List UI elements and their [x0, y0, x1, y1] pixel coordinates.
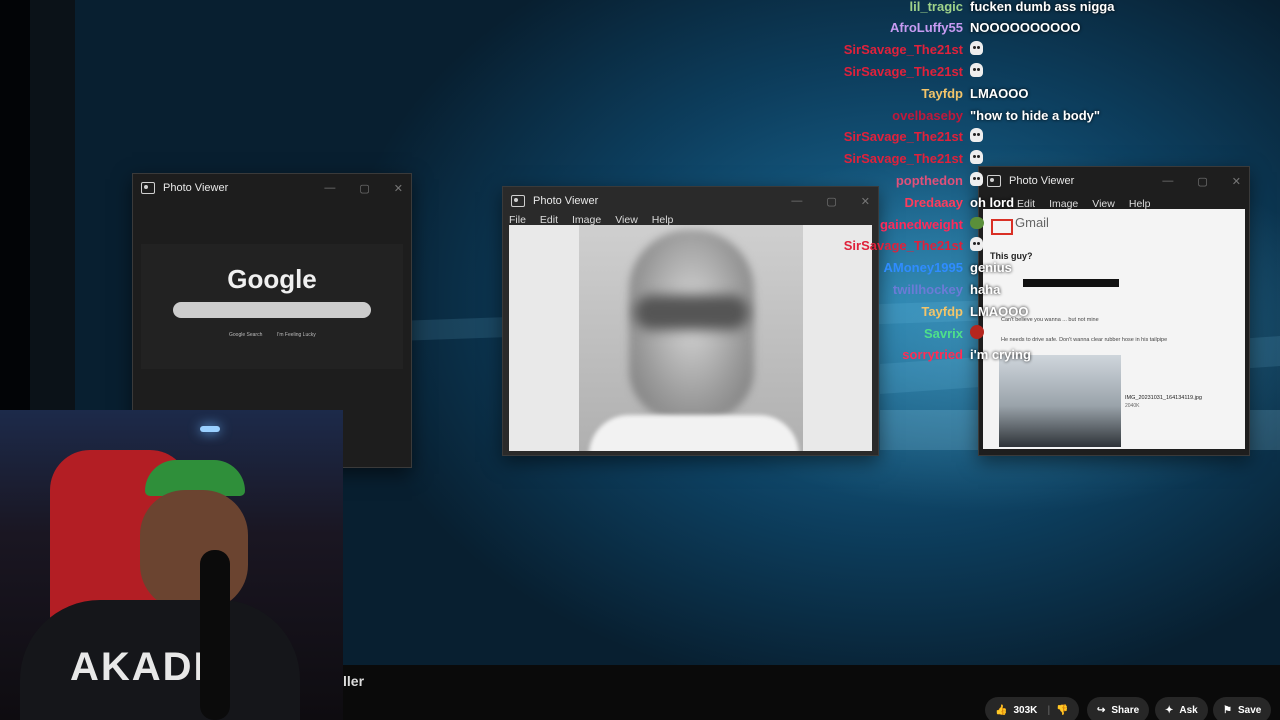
chat-username: SirSavage_The21st	[843, 42, 963, 58]
chat-message: fucken dumb ass nigga	[970, 0, 1115, 14]
google-logo: Google	[227, 264, 317, 294]
chat-line: SirSavage_The21st	[720, 127, 1280, 147]
chat-username: ovelbaseby	[892, 107, 963, 123]
chat-message: haha	[970, 281, 1001, 297]
chat-message: NOOOOOOOOOO	[970, 20, 1081, 36]
chat-line: SirSavage_The21st	[720, 236, 1280, 256]
chat-username: sorrytried	[902, 347, 963, 363]
chat-overlay: lil_tragic fucken dumb ass nigga AfroLuffy…	[720, 0, 1280, 370]
ask-action: ✦ Ask	[1155, 697, 1208, 720]
chat-line: popthedon	[720, 170, 1280, 190]
chat-username: Tayfdp	[921, 303, 963, 319]
chat-username: gainedweight	[879, 216, 963, 232]
like-dislike-group: 👍 303K | 👎	[985, 697, 1079, 720]
window-title: Photo Viewer	[163, 182, 229, 194]
chat-line: Dredaaay oh lord	[720, 192, 1280, 212]
chat-message: LMAOOO	[970, 85, 1029, 101]
thumbs-down-icon[interactable]: 👎	[1056, 705, 1068, 716]
ceiling-light	[200, 426, 220, 432]
google-lucky-button: I'm Feeling Lucky	[277, 332, 316, 338]
chat-username: Tayfdp	[921, 85, 963, 101]
chat-line: Tayfdp LMAOOO	[720, 301, 1280, 321]
chat-line: AMoney1995 genius	[720, 258, 1280, 278]
skull-emote-icon	[970, 150, 983, 165]
chat-username: SirSavage_The21st	[843, 129, 963, 145]
like-count: 303K	[1013, 704, 1038, 716]
chat-line: Savrix	[720, 323, 1280, 343]
window-controls: — ▢ ✕	[324, 181, 403, 195]
chat-username: lil_tragic	[909, 0, 963, 14]
attachment-size: 2040K	[1125, 403, 1140, 409]
share-label: Share	[1111, 704, 1140, 716]
photo-viewer-icon	[141, 182, 155, 194]
chat-message	[970, 62, 983, 80]
chat-line: lil_tragic fucken dumb ass nigga	[720, 0, 1280, 16]
chat-message	[970, 324, 984, 342]
chat-username: Savrix	[923, 325, 963, 341]
chat-username: twillhockey	[892, 281, 963, 297]
ask-button[interactable]: ✦ Ask	[1155, 697, 1208, 720]
save-button[interactable]: ⚑ Save	[1213, 697, 1272, 720]
share-action: ↪ Share	[1087, 697, 1150, 720]
chat-line: Tayfdp LMAOOO	[720, 83, 1280, 103]
share-button[interactable]: ↪ Share	[1087, 697, 1150, 720]
skull-emote-icon	[970, 62, 983, 77]
chat-message	[970, 216, 984, 232]
chat-line: AfroLuffy55 NOOOOOOOOOO	[720, 18, 1280, 38]
chat-message: genius	[970, 260, 1012, 276]
chat-username: SirSavage_The21st	[843, 151, 963, 167]
chat-line: ovelbaseby "how to hide a body"	[720, 105, 1280, 125]
sparkle-icon: ✦	[1165, 704, 1174, 716]
devil-emote-icon	[970, 324, 984, 339]
google-screenshot: Google Google Search I'm Feeling Lucky	[141, 244, 403, 369]
chat-username: AfroLuffy55	[890, 20, 963, 36]
chat-message: oh lord	[970, 194, 1015, 210]
chat-message: "how to hide a body"	[970, 107, 1101, 123]
photo-viewer-icon	[511, 195, 525, 207]
shirt	[589, 415, 799, 451]
chat-line: SirSavage_The21st	[720, 40, 1280, 60]
webcam-overlay: AKADE	[0, 410, 343, 720]
save-label: Save	[1237, 704, 1262, 716]
share-icon: ↪	[1097, 704, 1106, 716]
chat-username: popthedon	[895, 172, 963, 188]
chat-username: SirSavage_The21st	[843, 63, 963, 79]
bookmark-icon: ⚑	[1223, 704, 1232, 716]
chat-message	[970, 41, 983, 58]
skull-emote-icon	[970, 237, 983, 252]
chat-username: AMoney1995	[883, 260, 963, 276]
window-titlebar[interactable]: Photo Viewer — ▢ ✕	[133, 174, 411, 202]
video-title-fragment: ller	[343, 673, 365, 689]
microphone	[200, 550, 230, 720]
skull-emote-icon	[970, 128, 983, 143]
chat-line: sorrytried i'm crying	[720, 345, 1280, 365]
chat-line: SirSavage_The21st	[720, 149, 1280, 169]
chat-username: SirSavage_The21st	[843, 238, 963, 254]
skull-emote-icon	[970, 41, 983, 56]
google-search-button: Google Search	[229, 332, 263, 338]
ask-label: Ask	[1179, 704, 1198, 716]
chat-message	[970, 171, 983, 189]
person-face	[140, 490, 248, 610]
chat-message: LMAOOO	[970, 303, 1029, 319]
attachment-name: IMG_20231031_164134119.jpg	[1125, 395, 1202, 401]
like-button[interactable]: 👍 303K | 👎	[985, 697, 1079, 720]
chat-line: SirSavage_The21st	[720, 61, 1280, 81]
google-search-bar	[173, 302, 371, 318]
window-title: Photo Viewer	[533, 195, 599, 207]
chat-message: i'm crying	[970, 347, 1031, 363]
separator: |	[1047, 704, 1051, 716]
chat-message	[970, 150, 983, 167]
chat-username: Dredaaay	[904, 194, 963, 210]
save-action: ⚑ Save	[1213, 697, 1272, 720]
desktop-background: Photo Viewer — ▢ ✕ Google Google Search I'…	[0, 0, 1280, 720]
skull-emote-icon	[970, 171, 983, 186]
chat-line: gainedweight	[720, 214, 1280, 234]
pepe-emote-icon	[970, 216, 984, 229]
chat-line: twillhockey haha	[720, 279, 1280, 299]
chat-message	[970, 237, 983, 254]
thumbs-up-icon: 👍	[995, 704, 1008, 716]
chat-message	[970, 128, 983, 145]
